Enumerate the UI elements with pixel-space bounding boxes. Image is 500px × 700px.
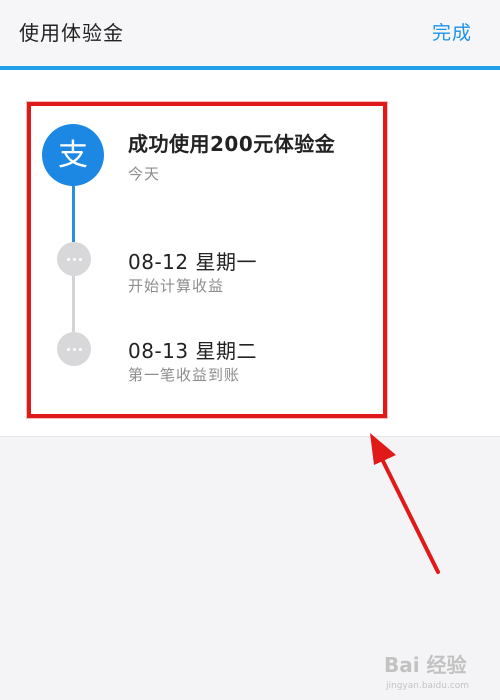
baidu-watermark: Bai 经验 jingyan.baidu.com — [380, 648, 490, 698]
done-button[interactable]: 完成 — [432, 18, 472, 45]
red-arrow-icon — [370, 433, 440, 574]
app-header: 使用体验金 完成 — [0, 0, 500, 66]
highlight-box — [27, 102, 387, 418]
page-title: 使用体验金 — [19, 21, 124, 45]
svg-text:Bai 经验: Bai 经验 — [384, 653, 467, 677]
svg-text:jingyan.baidu.com: jingyan.baidu.com — [385, 681, 469, 691]
